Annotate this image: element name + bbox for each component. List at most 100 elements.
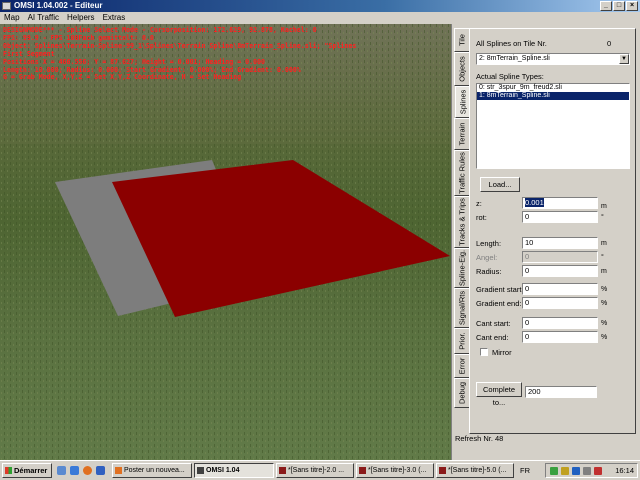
editor-viewport[interactable]: DESIGNMODE*** - Spline Select Mode - Cur… [0, 24, 451, 460]
antivirus-icon[interactable] [594, 467, 602, 475]
menu-map[interactable]: Map [0, 12, 24, 24]
cant-start-field[interactable]: 0 [522, 317, 598, 329]
z-field[interactable]: 0.001 [522, 197, 598, 209]
list-item[interactable]: 0: str_3spur_9m_freud2.sli [477, 84, 629, 92]
mirror-label: Mirror [492, 348, 512, 357]
tab-prior[interactable]: Prior. [454, 328, 469, 354]
menu-ai-traffic[interactable]: AI Traffic [24, 12, 63, 24]
taskbar-button-firefox[interactable]: Poster un nouvea... [112, 463, 192, 478]
taskbar-button-paint-2[interactable]: *[Sans titre]-2.0 ... [276, 463, 354, 478]
tab-label: Tile [457, 34, 467, 46]
radius-label: Radius: [476, 267, 502, 276]
gradient-end-value: 0 [525, 298, 530, 307]
show-desktop-icon[interactable] [57, 466, 66, 475]
angel-field: 0 [522, 251, 598, 263]
cant-start-label: Cant start: [476, 319, 511, 328]
start-label: Démarrer [14, 466, 48, 475]
taskbar-button-label: *[Sans titre]-3.0 (... [368, 467, 427, 474]
security-icon[interactable] [561, 467, 569, 475]
tab-debug[interactable]: Debug [454, 378, 469, 408]
chevron-down-icon[interactable]: ▼ [619, 54, 629, 64]
cant-end-field[interactable]: 0 [522, 331, 598, 343]
complete-to-field[interactable]: 200 [525, 386, 597, 398]
tab-tile[interactable]: Tile [454, 28, 469, 52]
menu-bar: Map AI Traffic Helpers Extras [0, 12, 640, 24]
cant-end-value: 0 [525, 332, 530, 341]
rot-field[interactable]: 0 [522, 211, 598, 223]
spline-select-dropdown[interactable]: 2: 8mTerrain_Spline.sli ▼ [476, 53, 630, 65]
scene-canvas[interactable] [0, 24, 451, 460]
tab-label: Splines [458, 89, 468, 115]
gradient-start-value: 0 [525, 284, 530, 293]
taskbar-button-paint-5[interactable]: *[Sans titre]-5.0 (... [436, 463, 514, 478]
app-icon [2, 2, 11, 10]
all-splines-label: All Splines on Tile Nr. [476, 39, 547, 48]
gradient-start-unit: % [601, 286, 608, 293]
tab-label: Terrain [457, 122, 467, 146]
z-unit: m [601, 203, 607, 210]
tab-signal-rts[interactable]: Signal/Rts [454, 288, 469, 328]
window-controls: _ □ × [600, 1, 638, 11]
start-button[interactable]: Démarrer [2, 463, 52, 478]
taskbar-button-label: *[Sans titre]-2.0 ... [288, 467, 345, 474]
media-player-icon[interactable] [96, 466, 105, 475]
rot-value: 0 [525, 212, 530, 221]
maximize-icon[interactable]: □ [613, 1, 625, 11]
minimize-icon[interactable]: _ [600, 1, 612, 11]
network-icon[interactable] [550, 467, 558, 475]
gradient-start-label: Gradient start: [476, 285, 524, 294]
tab-traffic-rules[interactable]: Traffic Rules [454, 150, 469, 196]
system-tray: 16:14 [545, 463, 638, 478]
tab-objects[interactable]: Objects [454, 52, 469, 86]
cant-end-label: Cant end: [476, 333, 509, 342]
editor-side-panel: Tile Objects Splines Terrain Traffic Rul… [451, 24, 640, 460]
title-bar: OMSI 1.04.002 - Editeur _ □ × [0, 0, 640, 12]
firefox-icon[interactable] [83, 466, 92, 475]
taskbar-button-paint-3[interactable]: *[Sans titre]-3.0 (... [356, 463, 434, 478]
tab-label: Tracks & Trips [457, 198, 467, 246]
spline-types-list[interactable]: 0: str_3spur_9m_freud2.sli 1: 8mTerrain_… [476, 83, 630, 169]
taskbar-button-omsi[interactable]: OMSI 1.04 [194, 463, 274, 478]
clock: 16:14 [615, 466, 634, 475]
close-icon[interactable]: × [626, 1, 638, 11]
debug-overlay: DESIGNMODE*** - Spline Select Mode - Cur… [3, 26, 356, 82]
tab-terrain[interactable]: Terrain [454, 118, 469, 150]
gradient-end-field[interactable]: 0 [522, 297, 598, 309]
menu-helpers[interactable]: Helpers [63, 12, 99, 24]
tab-tracks-trips[interactable]: Tracks & Trips [454, 196, 469, 248]
volume-icon[interactable] [572, 467, 580, 475]
tab-error[interactable]: Error [454, 354, 469, 378]
tab-label: Objects [457, 56, 467, 82]
actual-types-label: Actual Spline Types: [476, 72, 544, 81]
tab-splines[interactable]: Splines [455, 86, 470, 118]
language-indicator[interactable]: FR [520, 463, 530, 478]
menu-extras[interactable]: Extras [99, 12, 130, 24]
mirror-checkbox[interactable] [480, 348, 488, 356]
length-field[interactable]: 10 [522, 237, 598, 249]
taskbar-button-label: *[Sans titre]-5.0 (... [448, 467, 507, 474]
tile-number: 0 [607, 39, 612, 48]
drive-icon[interactable] [583, 467, 591, 475]
radius-field[interactable]: 0 [522, 265, 598, 277]
length-unit: m [601, 240, 607, 247]
firefox-icon [115, 467, 122, 474]
tab-label: Traffic Rules [457, 152, 467, 194]
tab-label: Signal/Rts [457, 290, 467, 326]
tab-label: Prior. [457, 332, 467, 350]
omsi-icon [197, 467, 204, 474]
windows-logo-icon [5, 467, 12, 474]
rot-unit: ° [601, 214, 604, 221]
complete-to-value: 200 [528, 387, 541, 396]
tab-label: Spline-Eig. [457, 249, 467, 287]
complete-to-button[interactable]: Complete to... [476, 382, 522, 407]
list-item-selected[interactable]: 1: 8mTerrain_Spline.sli [477, 92, 629, 100]
gradient-start-field[interactable]: 0 [522, 283, 598, 295]
z-value: 0.001 [525, 198, 544, 207]
angel-unit: ° [601, 254, 604, 261]
tab-spline-eig[interactable]: Spline-Eig. [454, 248, 469, 288]
load-button[interactable]: Load... [480, 177, 520, 192]
internet-explorer-icon[interactable] [70, 466, 79, 475]
angel-value: 0 [525, 252, 530, 261]
angel-label: Angel: [476, 253, 498, 262]
taskbar-button-label: Poster un nouvea... [124, 467, 185, 474]
